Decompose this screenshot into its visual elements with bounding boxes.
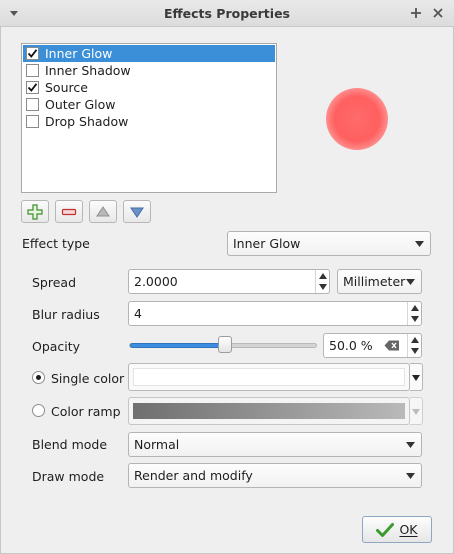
checkbox[interactable] bbox=[26, 115, 39, 128]
close-icon[interactable] bbox=[431, 6, 445, 20]
spin-buttons[interactable] bbox=[407, 302, 421, 325]
arrow-up-icon bbox=[96, 206, 110, 217]
plus-icon bbox=[27, 204, 43, 220]
color-ramp-label: Color ramp bbox=[51, 404, 121, 419]
clear-icon[interactable] bbox=[384, 340, 400, 351]
minus-icon bbox=[61, 208, 77, 216]
blend-mode-label: Blend mode bbox=[32, 437, 108, 452]
chevron-down-icon bbox=[406, 279, 415, 285]
blur-radius-spinbox[interactable]: 4 bbox=[128, 301, 422, 326]
opacity-slider-handle[interactable] bbox=[218, 336, 232, 353]
title-bar: Effects Properties bbox=[0, 0, 454, 27]
checkmark-icon bbox=[376, 522, 395, 537]
ok-label: OK bbox=[399, 522, 418, 537]
effect-label: Drop Shadow bbox=[45, 114, 129, 129]
color-menu-button[interactable] bbox=[410, 363, 423, 391]
window-title: Effects Properties bbox=[163, 6, 290, 21]
spin-buttons[interactable] bbox=[315, 270, 329, 293]
blur-radius-value: 4 bbox=[134, 306, 142, 321]
effect-item-outer-glow[interactable]: Outer Glow bbox=[23, 96, 275, 113]
opacity-value: 50.0 % bbox=[329, 338, 373, 353]
color-ramp-radio[interactable] bbox=[32, 404, 45, 417]
chevron-down-icon bbox=[412, 375, 420, 381]
chevron-down-icon bbox=[406, 442, 415, 448]
effect-type-combo[interactable]: Inner Glow bbox=[227, 231, 431, 256]
plus-icon[interactable] bbox=[409, 6, 423, 20]
effect-item-drop-shadow[interactable]: Drop Shadow bbox=[23, 113, 275, 130]
spread-unit-combo[interactable]: Millimeter bbox=[337, 269, 422, 294]
remove-effect-button[interactable] bbox=[55, 200, 83, 223]
opacity-spinbox[interactable]: 50.0 % bbox=[323, 333, 422, 358]
color-swatch bbox=[133, 368, 405, 386]
effect-item-inner-shadow[interactable]: Inner Shadow bbox=[23, 62, 275, 79]
blur-radius-label: Blur radius bbox=[32, 307, 100, 322]
spin-down-icon[interactable] bbox=[411, 348, 419, 354]
effect-label: Outer Glow bbox=[45, 97, 116, 112]
chevron-down-icon bbox=[415, 241, 424, 247]
chevron-down-icon bbox=[406, 473, 415, 479]
spin-up-icon[interactable] bbox=[411, 305, 419, 311]
effect-label: Inner Shadow bbox=[45, 63, 131, 78]
color-ramp-preview bbox=[133, 403, 405, 419]
chevron-down-icon bbox=[412, 409, 420, 415]
color-ramp-button[interactable] bbox=[128, 397, 410, 425]
spread-spinbox[interactable]: 2.0000 bbox=[128, 269, 330, 294]
ok-button[interactable]: OK bbox=[362, 516, 432, 543]
spread-value: 2.0000 bbox=[134, 274, 178, 289]
effects-list[interactable]: Inner Glow Inner Shadow Source Outer Glo… bbox=[21, 43, 277, 193]
spread-unit-value: Millimeter bbox=[343, 274, 406, 289]
effect-preview bbox=[326, 88, 388, 150]
checkbox[interactable] bbox=[26, 47, 39, 60]
spread-label: Spread bbox=[32, 275, 77, 290]
spin-up-icon[interactable] bbox=[319, 273, 327, 279]
checkbox[interactable] bbox=[26, 98, 39, 111]
arrow-down-icon bbox=[130, 207, 144, 218]
effect-label: Source bbox=[45, 80, 88, 95]
effect-type-value: Inner Glow bbox=[233, 236, 301, 251]
preview-circle bbox=[326, 88, 388, 150]
effect-label: Inner Glow bbox=[45, 46, 113, 61]
draw-mode-combo[interactable]: Render and modify bbox=[128, 463, 422, 488]
effect-item-inner-glow[interactable]: Inner Glow bbox=[23, 45, 275, 62]
spin-down-icon[interactable] bbox=[411, 316, 419, 322]
opacity-label: Opacity bbox=[32, 339, 81, 354]
single-color-label: Single color bbox=[51, 371, 125, 386]
opacity-slider-fill bbox=[130, 343, 224, 348]
blend-mode-value: Normal bbox=[134, 437, 180, 452]
single-color-button[interactable] bbox=[128, 363, 410, 391]
spin-buttons[interactable] bbox=[407, 334, 421, 357]
single-color-radio[interactable] bbox=[32, 371, 45, 384]
checkbox[interactable] bbox=[26, 81, 39, 94]
color-ramp-menu-button[interactable] bbox=[410, 397, 423, 425]
draw-mode-label: Draw mode bbox=[32, 469, 105, 484]
add-effect-button[interactable] bbox=[21, 200, 49, 223]
draw-mode-value: Render and modify bbox=[134, 468, 253, 483]
effect-item-source[interactable]: Source bbox=[23, 79, 275, 96]
checkbox[interactable] bbox=[26, 64, 39, 77]
spin-down-icon[interactable] bbox=[319, 284, 327, 290]
effect-type-label: Effect type bbox=[22, 236, 90, 251]
spin-up-icon[interactable] bbox=[411, 337, 419, 343]
blend-mode-combo[interactable]: Normal bbox=[128, 432, 422, 457]
move-up-button[interactable] bbox=[89, 200, 117, 223]
move-down-button[interactable] bbox=[123, 200, 151, 223]
